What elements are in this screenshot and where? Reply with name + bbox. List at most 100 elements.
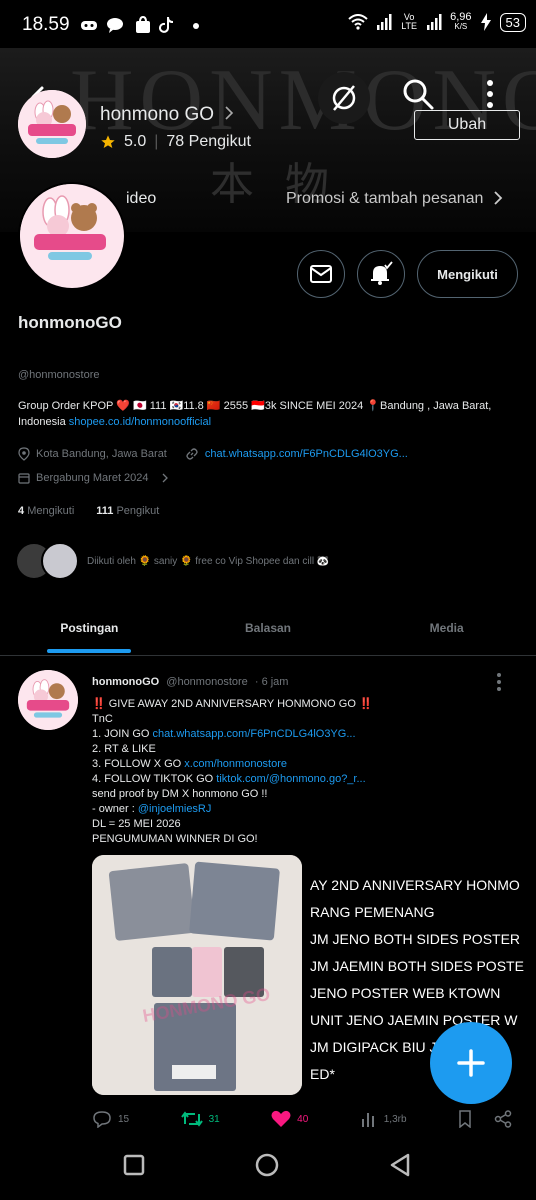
- bio: Group Order KPOP ❤️ 🇯🇵 111 🇰🇷11.8 🇨🇳 255…: [18, 398, 518, 430]
- shop-avatar[interactable]: [18, 90, 86, 158]
- honmono-logo-icon: [18, 670, 78, 730]
- link-icon: [186, 448, 198, 460]
- message-button[interactable]: [297, 250, 345, 298]
- promo-link[interactable]: Promosi & tambah pesanan: [286, 190, 503, 208]
- tweet-line: DL = 25 MEI 2026: [92, 818, 181, 830]
- following-button[interactable]: Mengikuti: [417, 250, 518, 298]
- honmono-logo-icon: [20, 184, 120, 284]
- reply-count: 15: [118, 1113, 130, 1125]
- followers-label: Pengikut: [116, 505, 160, 517]
- android-nav-bar: [0, 1136, 536, 1200]
- follow-counts: 4 Mengikuti 111 Pengikut: [18, 505, 159, 517]
- promo-label: Promosi & tambah pesanan: [286, 190, 484, 207]
- clock: 18.59: [22, 14, 70, 35]
- shop-rating: 5.0 | 78 Pengikut: [100, 133, 251, 151]
- tab-posts[interactable]: Postingan: [0, 600, 179, 655]
- like-count: 40: [297, 1113, 309, 1125]
- tweet-avatar[interactable]: [18, 670, 78, 730]
- display-name: honmonoGO: [18, 313, 122, 332]
- tab-replies[interactable]: Balasan: [179, 600, 358, 655]
- tweet-line: ‼️ GIVE AWAY 2ND ANNIVERSARY HONMONO GO …: [92, 698, 373, 710]
- chat-bubble-icon: [107, 18, 123, 33]
- followers-count: 111: [96, 505, 114, 517]
- charging-icon: [480, 13, 491, 31]
- shop-name-link[interactable]: honmono GO: [100, 104, 235, 126]
- profile-avatar[interactable]: [18, 182, 126, 290]
- gamepad-icon: [81, 21, 97, 30]
- views-button[interactable]: 1,3rb: [360, 1110, 407, 1128]
- slash-circle-icon: [332, 85, 356, 111]
- share-icon[interactable]: [494, 1110, 512, 1128]
- tweet-line: PENGUMUMAN WINNER DI GO!: [92, 833, 258, 845]
- video-label[interactable]: ideo: [126, 190, 156, 208]
- bio-link[interactable]: shopee.co.id/honmonoofficial: [69, 416, 211, 428]
- views-icon: [361, 1113, 374, 1127]
- envelope-icon: [310, 265, 332, 283]
- tweet-line: TnC: [92, 713, 113, 725]
- giveaway-photo: [92, 855, 302, 1095]
- bookmark-icon[interactable]: [458, 1110, 472, 1128]
- chevron-right-icon: [162, 473, 168, 483]
- more-vertical-icon: [487, 80, 493, 108]
- battery-level: 53: [499, 12, 526, 32]
- compose-button[interactable]: [430, 1022, 512, 1104]
- back-nav-icon[interactable]: [388, 1152, 412, 1178]
- mention-link[interactable]: @injoelmiesRJ: [138, 803, 212, 815]
- signal-icon: [377, 14, 392, 30]
- tweet-link[interactable]: chat.whatsapp.com/F6PnCDLG4lO3YG...: [153, 728, 356, 740]
- tiktok-icon: [159, 17, 173, 33]
- heart-icon: [271, 1110, 291, 1127]
- shop-name: honmono GO: [100, 104, 215, 125]
- location: Kota Bandung, Jawa Barat: [36, 448, 167, 460]
- star-icon: [101, 135, 115, 148]
- recent-apps-icon[interactable]: [122, 1153, 146, 1177]
- grok-button[interactable]: [318, 72, 370, 124]
- following-label: Mengikuti: [27, 505, 75, 517]
- retweet-button[interactable]: 31: [180, 1110, 220, 1128]
- joined-date: Bergabung Maret 2024: [36, 472, 149, 484]
- wifi-icon: [348, 14, 368, 30]
- tweet-more-button[interactable]: [496, 672, 502, 697]
- tweet-line: 3. FOLLOW X GO x.com/honmonostore: [92, 758, 288, 770]
- more-vertical-icon: [497, 673, 501, 691]
- followers-link[interactable]: 111 Pengikut: [96, 505, 159, 517]
- signal-icon-2: [427, 14, 442, 30]
- location-pin-icon: [18, 447, 30, 461]
- tab-media[interactable]: Media: [357, 600, 536, 655]
- tweet-line: send proof by DM X honmono GO !!: [92, 788, 268, 800]
- reply-icon: [93, 1111, 111, 1128]
- reply-button[interactable]: 15: [92, 1110, 129, 1128]
- rating-divider: |: [154, 133, 159, 150]
- tweet-handle: @honmonostore: [166, 676, 248, 688]
- website-link[interactable]: chat.whatsapp.com/F6PnCDLG4lO3YG...: [205, 448, 408, 460]
- retweet-count: 31: [208, 1113, 220, 1125]
- tweet-link[interactable]: tiktok.com/@honmono.go?_r...: [216, 773, 365, 785]
- status-right: Vo LTE 6,96 K/S 53: [348, 12, 526, 32]
- followed-by[interactable]: Diikuti oleh 🌻 saniy 🌻 free co Vip Shope…: [15, 542, 329, 580]
- profile-meta: Kota Bandung, Jawa Barat chat.whatsapp.c…: [18, 447, 408, 461]
- tweet-line: 2. RT & LIKE: [92, 743, 156, 755]
- honmono-logo-icon: [18, 90, 86, 158]
- followed-by-text: Diikuti oleh 🌻 saniy 🌻 free co Vip Shope…: [87, 555, 330, 567]
- shopee-icon: [136, 16, 150, 33]
- retweet-icon: [180, 1111, 203, 1127]
- rating-value: 5.0: [124, 133, 147, 150]
- tweet-link[interactable]: x.com/honmonostore: [184, 758, 287, 770]
- tweet-header: honmonoGO @honmonostore · 6 jam: [92, 676, 288, 688]
- following-link[interactable]: 4 Mengikuti: [18, 505, 74, 517]
- notifications-button[interactable]: [357, 250, 405, 298]
- net-speed: 6,96 K/S: [450, 11, 472, 32]
- tweet-media-image[interactable]: HONMONO GO: [92, 855, 302, 1095]
- profile-tabs: Postingan Balasan Media: [0, 600, 536, 656]
- chevron-right-icon: [494, 191, 503, 205]
- home-icon[interactable]: [254, 1152, 280, 1178]
- search-icon: [403, 79, 434, 110]
- tweet-author[interactable]: honmonoGO: [92, 676, 159, 688]
- like-button[interactable]: 40: [271, 1110, 308, 1128]
- tweet-line: - owner : @injoelmiesRJ: [92, 803, 212, 815]
- follower-avatar: [41, 542, 79, 580]
- following-count: 4: [18, 505, 25, 517]
- joined-row[interactable]: Bergabung Maret 2024: [18, 472, 169, 484]
- edit-button[interactable]: Ubah: [414, 110, 520, 140]
- shop-followers: 78 Pengikut: [166, 133, 251, 150]
